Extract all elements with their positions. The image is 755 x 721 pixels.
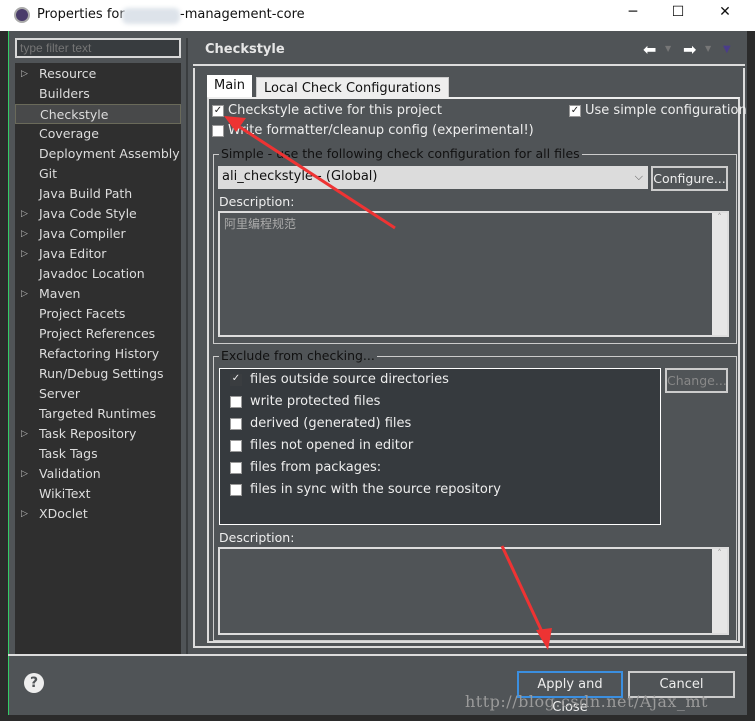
arrow-to-checkbox: [224, 116, 396, 230]
annotation-arrows: [224, 116, 552, 650]
arrow-to-apply: [500, 545, 552, 650]
